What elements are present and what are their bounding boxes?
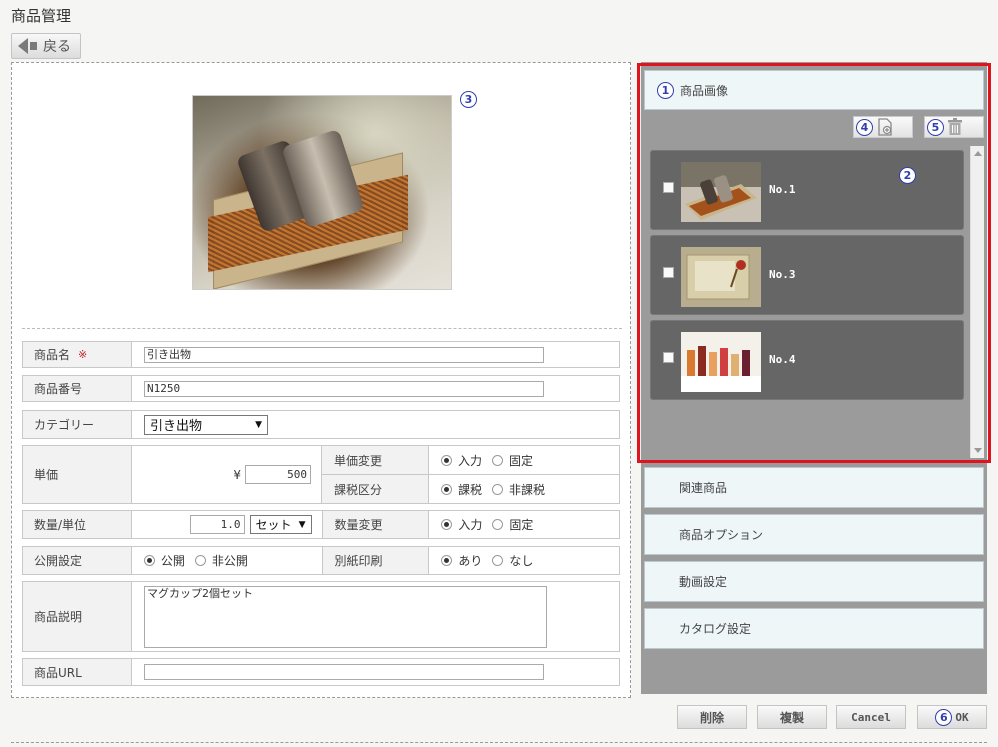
section-related-products[interactable]: 関連商品 <box>644 467 984 508</box>
marker-6: 6 <box>935 708 953 726</box>
arrow-left-icon <box>18 38 28 54</box>
url-input[interactable] <box>144 664 544 680</box>
row-price: 単価 ¥ 500 単価変更 入力 固定 課税区分 課税 非課税 <box>22 445 620 504</box>
ok-button[interactable]: 6 OK <box>917 705 987 729</box>
section-catalog-settings[interactable]: カタログ設定 <box>644 608 984 649</box>
product-form-panel: 3 商品名 ※ 引き出物 商品番号 N1250 カテゴリー 引き出物 ▼ 単価 ¥ … <box>11 62 631 698</box>
price-change-input-radio[interactable]: 入力 <box>441 452 482 469</box>
name-label: 商品名 <box>34 348 71 362</box>
tax-taxable-radio[interactable]: 課税 <box>441 481 482 498</box>
section-video-settings[interactable]: 動画設定 <box>644 561 984 602</box>
marker-3: 3 <box>460 91 477 108</box>
back-button-label: 戻る <box>43 39 71 55</box>
back-button[interactable]: 戻る <box>11 33 81 59</box>
category-label: カテゴリー <box>23 411 132 438</box>
price-change-fixed-radio[interactable]: 固定 <box>492 452 533 469</box>
price-input[interactable]: 500 <box>245 465 311 484</box>
public-on-radio[interactable]: 公開 <box>143 552 185 569</box>
price-label: 単価 <box>23 446 132 503</box>
tax-label: 課税区分 <box>321 475 429 503</box>
row-product-number: 商品番号 N1250 <box>22 375 620 402</box>
unit-select[interactable]: セット ▼ <box>249 515 312 534</box>
cancel-button[interactable]: Cancel <box>836 705 906 729</box>
product-number-input[interactable]: N1250 <box>144 380 544 397</box>
section-product-options[interactable]: 商品オプション <box>644 514 984 555</box>
row-public: 公開設定 公開 非公開 別紙印刷 あり なし <box>22 546 620 575</box>
desc-label: 商品説明 <box>23 582 132 651</box>
row-category: カテゴリー 引き出物 ▼ <box>22 410 620 439</box>
qty-change-fixed-radio[interactable]: 固定 <box>492 516 533 533</box>
currency-symbol: ¥ <box>233 467 241 482</box>
qty-label: 数量/単位 <box>23 511 132 538</box>
copy-button[interactable]: 複製 <box>757 705 827 729</box>
description-textarea[interactable]: マグカップ2個セット <box>144 586 547 648</box>
page-title: 商品管理 <box>11 7 72 25</box>
row-quantity: 数量/単位 1.0 セット ▼ 数量変更 入力 固定 <box>22 510 620 539</box>
highlight-frame <box>637 63 991 463</box>
category-select[interactable]: 引き出物 ▼ <box>144 414 268 435</box>
qty-change-input-radio[interactable]: 入力 <box>441 516 482 533</box>
product-main-image <box>192 95 452 290</box>
row-product-name: 商品名 ※ 引き出物 <box>22 341 620 368</box>
delete-button[interactable]: 削除 <box>677 705 747 729</box>
print-label: 別紙印刷 <box>321 547 430 574</box>
print-yes-radio[interactable]: あり <box>441 552 482 569</box>
url-label: 商品URL <box>23 659 132 685</box>
print-no-radio[interactable]: なし <box>492 552 533 569</box>
row-url: 商品URL <box>22 658 620 686</box>
qty-change-label: 数量変更 <box>321 511 430 538</box>
public-label: 公開設定 <box>23 547 132 574</box>
dropdown-arrow-icon: ▼ <box>255 419 262 430</box>
tax-nontaxable-radio[interactable]: 非課税 <box>492 481 545 498</box>
row-description: 商品説明 マグカップ2個セット <box>22 581 620 652</box>
price-change-label: 単価変更 <box>321 446 429 474</box>
public-off-radio[interactable]: 非公開 <box>194 552 248 569</box>
ok-button-label: OK <box>955 710 969 724</box>
product-name-input[interactable]: 引き出物 <box>144 346 544 363</box>
dropdown-arrow-icon: ▼ <box>298 519 306 530</box>
quantity-input[interactable]: 1.0 <box>189 515 245 534</box>
number-label: 商品番号 <box>23 376 132 401</box>
required-mark: ※ <box>78 348 88 361</box>
